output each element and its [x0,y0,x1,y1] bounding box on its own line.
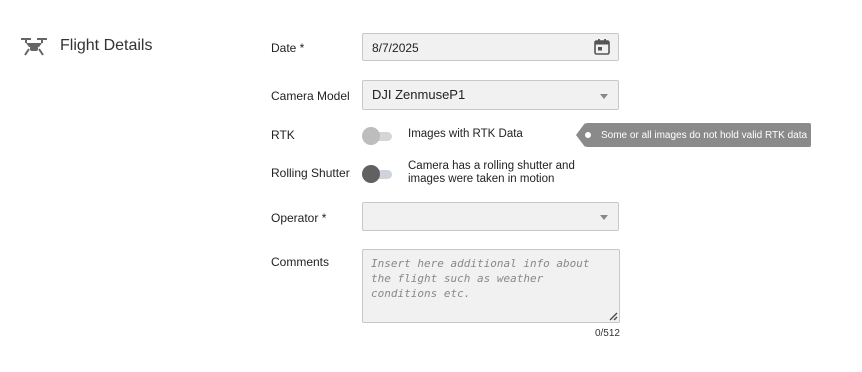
date-label: Date * [271,41,305,55]
calendar-icon[interactable] [593,38,611,56]
tooltip-text: Some or all images do not hold valid RTK… [601,129,808,141]
operator-select[interactable] [362,202,619,231]
date-field[interactable]: 8/7/2025 [362,33,619,61]
drone-icon [21,38,47,56]
rolling-shutter-toggle-thumb [362,165,380,183]
rtk-toggle-thumb [362,127,380,145]
comments-label: Comments [271,255,330,269]
rtk-warning-tooltip: Some or all images do not hold valid RTK… [576,123,811,147]
date-value: 8/7/2025 [372,41,419,55]
rolling-shutter-label: Rolling Shutter [271,166,350,180]
chevron-down-icon [600,215,608,220]
operator-label: Operator * [271,211,327,225]
rolling-shutter-toggle[interactable] [362,165,392,183]
camera-model-label: Camera Model [271,89,350,103]
section-title: Flight Details [60,37,153,54]
comments-textarea[interactable] [362,249,620,323]
rolling-shutter-toggle-text: Camera has a rolling shutter and images … [408,160,575,186]
rtk-toggle-text: Images with RTK Data [408,128,523,140]
chevron-down-icon [600,94,608,99]
rolling-shutter-text-line1: Camera has a rolling shutter and [408,160,575,172]
rolling-shutter-text-line2: images were taken in motion [408,173,555,185]
rtk-label: RTK [271,128,295,142]
comments-char-counter: 0/512 [594,328,620,339]
section-header: Flight Details [20,34,152,58]
camera-model-value: DJI ZenmuseP1 [372,87,466,102]
camera-model-select[interactable]: DJI ZenmuseP1 [362,80,619,110]
resize-handle-icon[interactable] [608,311,618,321]
tooltip-bullet-icon [585,132,591,138]
rtk-toggle[interactable] [362,127,392,145]
